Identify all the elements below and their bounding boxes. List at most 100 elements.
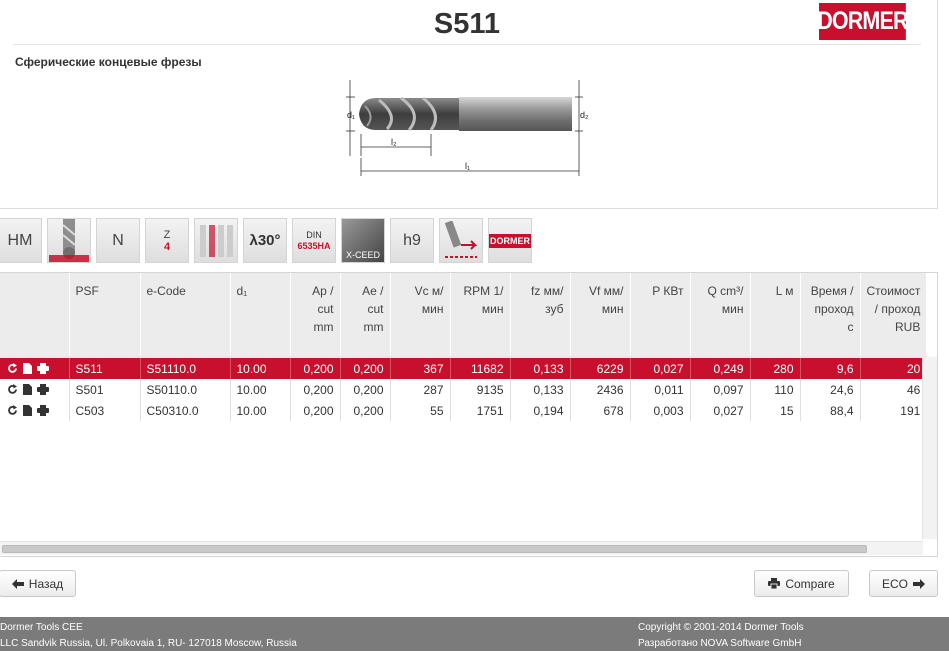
col-vc[interactable]: Vc м/мин bbox=[390, 273, 451, 356]
z-flutes-icon: Z 4 bbox=[145, 218, 189, 263]
col-time[interactable]: Время / проход с bbox=[800, 273, 861, 356]
table-header-row: PSF e-Code d₁ Ap / cut mm Ae / cut mm Vc… bbox=[0, 273, 928, 356]
dim-d1-label: d₁ bbox=[347, 110, 355, 120]
col-cost[interactable]: Стоимост / проход RUB bbox=[860, 273, 928, 356]
eco-button[interactable]: ECO bbox=[869, 570, 938, 597]
cell-time: 24,6 bbox=[800, 379, 861, 400]
cell-ap: 0,200 bbox=[290, 379, 341, 400]
document-icon[interactable] bbox=[23, 405, 32, 416]
vertical-scrollbar[interactable] bbox=[922, 357, 937, 539]
cell-cost: 191 bbox=[860, 400, 928, 421]
helix-angle-label: λ30° bbox=[249, 232, 281, 249]
back-button-label: Назад bbox=[28, 576, 64, 591]
cell-vc: 367 bbox=[390, 358, 451, 379]
cell-vf: 678 bbox=[570, 400, 631, 421]
product-header-panel: S511 DORMER Сферические концевые фрезы d… bbox=[0, 0, 938, 209]
cutting-data-table-panel: PSF e-Code d₁ Ap / cut mm Ae / cut mm Vc… bbox=[0, 272, 938, 557]
cell-psf: S501 bbox=[69, 379, 141, 400]
dim-l1-label: l₁ bbox=[465, 161, 470, 171]
col-fz[interactable]: fz мм/зуб bbox=[510, 273, 571, 356]
cell-q: 0,097 bbox=[690, 379, 751, 400]
cell-l: 110 bbox=[750, 379, 801, 400]
cell-vc: 287 bbox=[390, 379, 451, 400]
compare-button[interactable]: Compare bbox=[754, 570, 849, 597]
back-button[interactable]: Назад bbox=[0, 570, 76, 597]
page-footer: Dormer Tools CEE LLC Sandvik Russia, Ul.… bbox=[0, 617, 949, 651]
col-psf[interactable]: PSF bbox=[69, 273, 141, 356]
cell-ecode: C50310.0 bbox=[140, 400, 231, 421]
hm-label: HM bbox=[7, 231, 33, 249]
col-ecode[interactable]: e-Code bbox=[140, 273, 231, 356]
document-icon[interactable] bbox=[23, 363, 32, 374]
print-icon[interactable] bbox=[37, 363, 49, 374]
cell-time: 9,6 bbox=[800, 358, 861, 379]
col-vf[interactable]: Vf мм/мин bbox=[570, 273, 631, 356]
arrow-right-icon bbox=[913, 578, 925, 589]
cell-l: 15 bbox=[750, 400, 801, 421]
din-standard-label: 6535HA bbox=[297, 240, 331, 251]
cell-d1: 10.00 bbox=[230, 379, 291, 400]
cell-p: 0,011 bbox=[630, 379, 691, 400]
cutting-data-table: PSF e-Code d₁ Ap / cut mm Ae / cut mm Vc… bbox=[0, 273, 928, 421]
cell-p: 0,027 bbox=[630, 358, 691, 379]
refresh-icon[interactable] bbox=[7, 405, 18, 416]
col-q[interactable]: Q cm³/ мин bbox=[690, 273, 751, 356]
h9-label: h9 bbox=[403, 231, 421, 249]
col-rpm[interactable]: RPM 1/мин bbox=[450, 273, 511, 356]
col-p[interactable]: P КВт bbox=[630, 273, 691, 356]
cell-rpm: 11682 bbox=[450, 358, 511, 379]
n-type-label: N bbox=[112, 231, 124, 249]
cell-fz: 0,133 bbox=[510, 379, 571, 400]
print-icon[interactable] bbox=[37, 405, 49, 416]
horizontal-scrollbar-thumb[interactable] bbox=[2, 545, 867, 553]
refresh-icon[interactable] bbox=[7, 363, 18, 374]
table-row[interactable]: S511 S51110.0 10.00 0,200 0,200 367 11682 0,133… bbox=[0, 358, 928, 379]
tool-drawing: d₁ d₂ l₂ l₁ bbox=[346, 80, 589, 176]
cell-time: 88,4 bbox=[800, 400, 861, 421]
compare-button-label: Compare bbox=[785, 576, 835, 591]
row-actions-cell bbox=[0, 358, 70, 379]
cell-fz: 0,133 bbox=[510, 358, 571, 379]
cell-cost: 20 bbox=[860, 358, 928, 379]
footer-address: LLC Sandvik Russia, Ul. Polkovaia 1, RU-… bbox=[0, 638, 297, 649]
cell-vf: 2436 bbox=[570, 379, 631, 400]
col-d1[interactable]: d₁ bbox=[230, 273, 291, 356]
dormer-mini-label: DORMER bbox=[489, 233, 531, 248]
h9-tolerance-icon: h9 bbox=[390, 218, 434, 263]
print-icon[interactable] bbox=[37, 384, 49, 395]
n-type-icon: N bbox=[96, 218, 140, 263]
col-ap[interactable]: Ap / cut mm bbox=[290, 273, 341, 356]
dormer-brand-icon: DORMER bbox=[488, 218, 532, 263]
footer-copyright: Copyright © 2001-2014 Dormer Tools bbox=[638, 622, 804, 633]
printer-icon bbox=[768, 578, 781, 589]
product-subtitle: Сферические концевые фрезы bbox=[15, 55, 202, 69]
arrow-left-icon bbox=[11, 578, 24, 589]
cell-d1: 10.00 bbox=[230, 400, 291, 421]
x-ceed-label: X-CEED bbox=[345, 250, 380, 260]
cell-ae: 0,200 bbox=[340, 358, 391, 379]
cell-cost: 46 bbox=[860, 379, 928, 400]
table-row[interactable]: S501 S50110.0 10.00 0,200 0,200 287 9135 0,133 2… bbox=[0, 379, 928, 400]
cell-q: 0,027 bbox=[690, 400, 751, 421]
footer-developer: Разработано NOVA Software GmbH bbox=[638, 638, 802, 649]
horizontal-scrollbar[interactable] bbox=[0, 541, 923, 555]
refresh-icon[interactable] bbox=[7, 384, 18, 395]
table-row[interactable]: C503 C50310.0 10.00 0,200 0,200 55 1751 0,194 67… bbox=[0, 400, 928, 421]
title-divider bbox=[13, 44, 921, 45]
col-ae[interactable]: Ae / cut mm bbox=[340, 273, 391, 356]
din-label: DIN bbox=[306, 229, 322, 240]
col-actions bbox=[0, 273, 70, 356]
cell-ecode: S50110.0 bbox=[140, 379, 231, 400]
row-actions-cell bbox=[0, 379, 70, 400]
hm-material-icon: HM bbox=[0, 218, 42, 263]
eco-button-label: ECO bbox=[881, 576, 908, 591]
z-label: Z bbox=[163, 228, 171, 241]
col-l[interactable]: L м bbox=[750, 273, 801, 356]
dim-d2-label: d₂ bbox=[580, 110, 589, 120]
cell-ap: 0,200 bbox=[290, 358, 341, 379]
cell-l: 280 bbox=[750, 358, 801, 379]
document-icon[interactable] bbox=[23, 384, 32, 395]
cell-vf: 6229 bbox=[570, 358, 631, 379]
dim-l2-label: l₂ bbox=[391, 137, 397, 147]
coolant-icon bbox=[194, 218, 238, 263]
